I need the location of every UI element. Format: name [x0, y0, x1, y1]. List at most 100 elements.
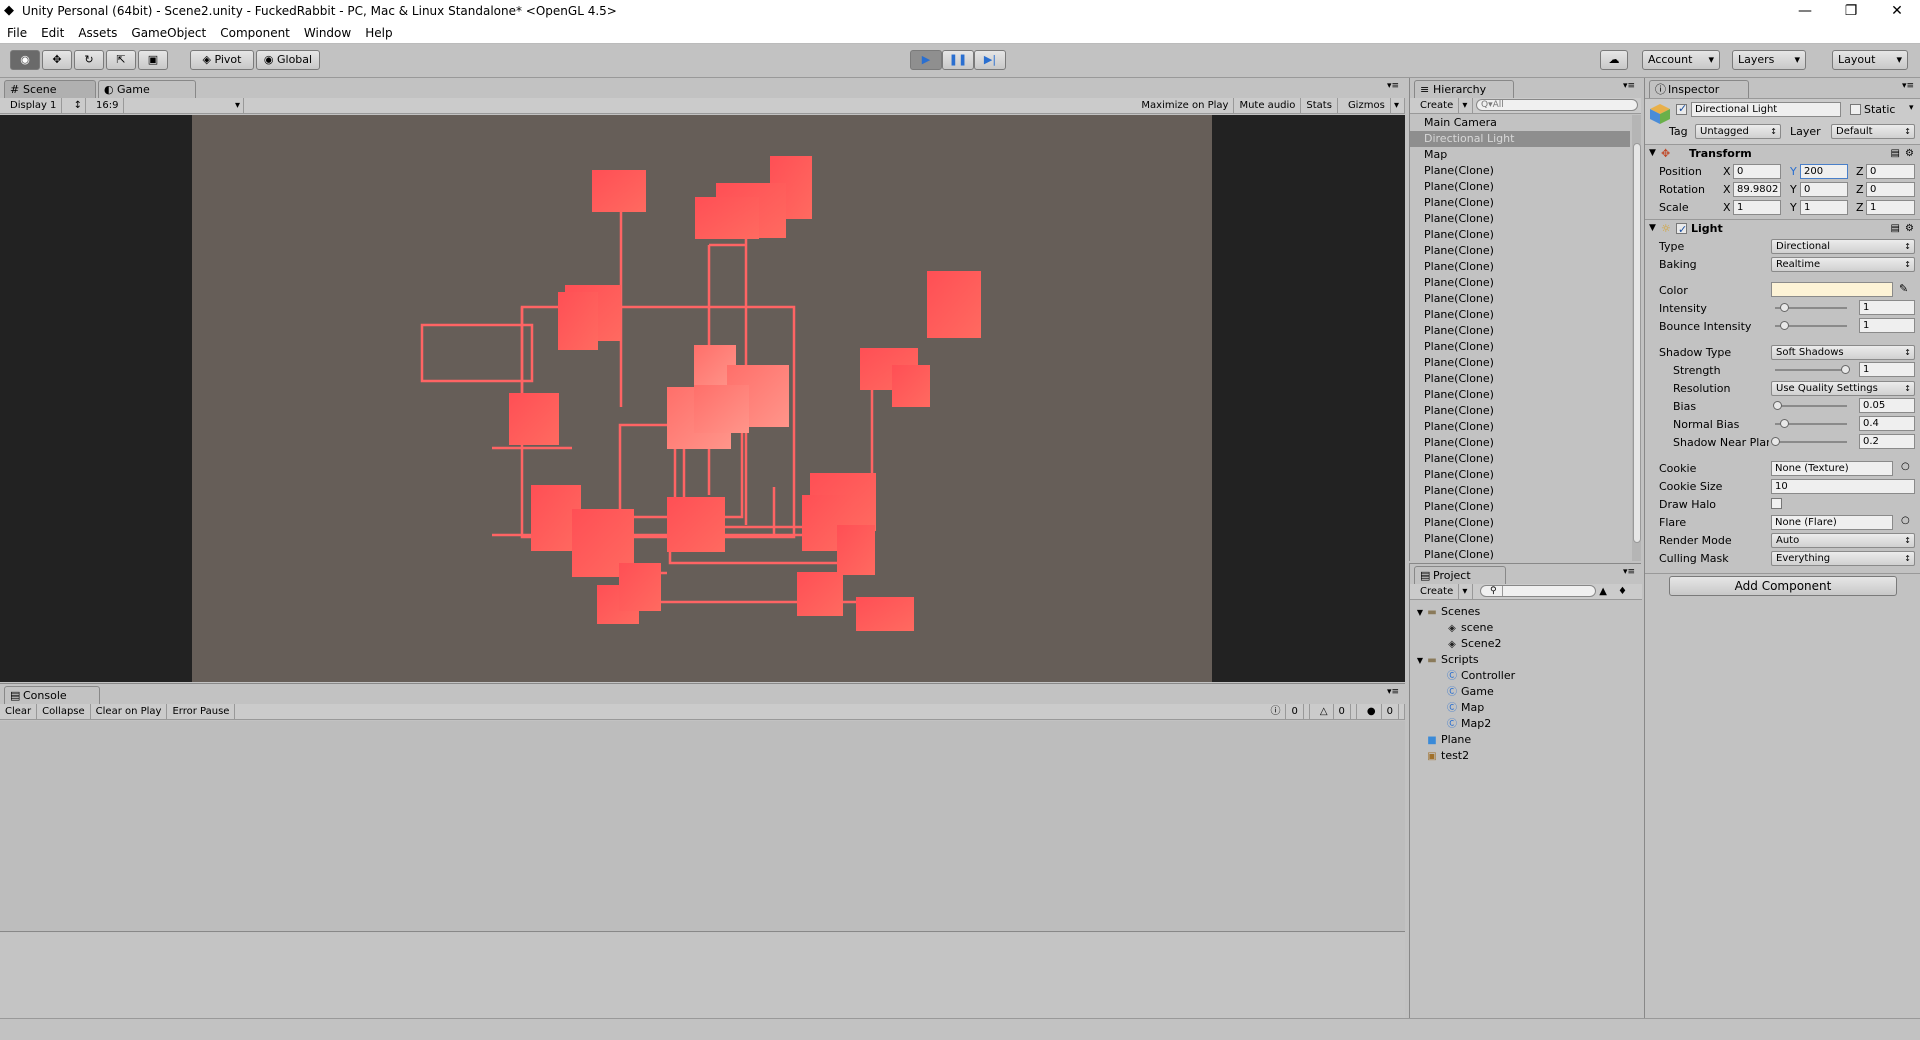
hierarchy-create-dropdown[interactable]: Create ▾ [1410, 98, 1474, 113]
close-button[interactable]: ✕ [1874, 0, 1920, 22]
display-dropdown[interactable]: Display 1 ↕ [0, 98, 86, 113]
rect-tool-button[interactable]: ▣ [138, 50, 168, 70]
warning-filter-toggle[interactable]: △ 0 [1310, 704, 1357, 719]
hierarchy-item[interactable]: Plane(Clone) [1410, 467, 1630, 483]
hierarchy-item[interactable]: Plane(Clone) [1410, 291, 1630, 307]
project-item[interactable]: Ⓒ Game [1434, 684, 1494, 700]
foldout-arrow-icon[interactable]: ▼ [1649, 220, 1656, 237]
bias-slider[interactable] [1771, 399, 1851, 413]
project-item[interactable]: ▼ ▬ Scenes [1414, 604, 1480, 620]
hierarchy-scroll-thumb[interactable] [1633, 143, 1641, 543]
scale-z-field[interactable]: 1 [1866, 200, 1915, 215]
hierarchy-item[interactable]: Plane(Clone) [1410, 195, 1630, 211]
render-mode-dropdown[interactable]: Auto [1771, 533, 1915, 548]
hierarchy-item[interactable]: Plane(Clone) [1410, 419, 1630, 435]
tab-hierarchy[interactable]: ≡ Hierarchy [1414, 80, 1514, 98]
layer-dropdown[interactable]: Default [1831, 124, 1915, 139]
hierarchy-item[interactable]: Plane(Clone) [1410, 387, 1630, 403]
account-dropdown[interactable]: Account ▾ [1642, 50, 1720, 70]
eyedropper-icon[interactable]: ✎ [1899, 282, 1908, 295]
minimize-button[interactable]: — [1782, 0, 1828, 22]
aspect-dropdown[interactable]: 16:9 ▾ [86, 98, 244, 113]
tab-scene[interactable]: # Scene [4, 80, 96, 98]
hierarchy-item[interactable]: Plane(Clone) [1410, 531, 1630, 547]
scale-tool-button[interactable]: ⇱ [106, 50, 136, 70]
menu-help[interactable]: Help [358, 24, 399, 43]
clear-on-play-toggle[interactable]: Clear on Play [91, 704, 168, 719]
filter-type-icon[interactable]: ▲ [1594, 584, 1612, 599]
light-component-header[interactable]: ▼ ☼ ✓ Light ▤ ⚙ [1645, 219, 1920, 237]
project-create-dropdown[interactable]: Create ▾ [1410, 584, 1474, 599]
hierarchy-item[interactable]: Plane(Clone) [1410, 435, 1630, 451]
slider-thumb[interactable] [1772, 401, 1782, 410]
slider-thumb[interactable] [1779, 303, 1789, 312]
hierarchy-item[interactable]: Plane(Clone) [1410, 211, 1630, 227]
object-name-field[interactable]: Directional Light [1691, 102, 1841, 117]
menu-assets[interactable]: Assets [71, 24, 124, 43]
console-detail-area[interactable] [0, 933, 1405, 1019]
pause-button[interactable]: ❚❚ [942, 50, 974, 70]
flare-field[interactable]: None (Flare) [1771, 515, 1893, 530]
collapse-toggle[interactable]: Collapse [37, 704, 91, 719]
position-y-field[interactable]: 200 [1800, 164, 1848, 179]
strength-field[interactable]: 1 [1859, 362, 1915, 377]
info-filter-toggle[interactable]: ⓘ 0 [1260, 704, 1310, 719]
menu-gameobject[interactable]: GameObject [124, 24, 213, 43]
slider-thumb[interactable] [1841, 365, 1850, 374]
project-item[interactable]: Ⓒ Controller [1434, 668, 1515, 684]
foldout-arrow-icon[interactable]: ▼ [1414, 653, 1426, 669]
baking-dropdown[interactable]: Realtime [1771, 257, 1915, 272]
shadow-type-dropdown[interactable]: Soft Shadows [1771, 345, 1915, 360]
play-button[interactable]: ▶ [910, 50, 942, 70]
active-checkbox[interactable]: ✓ [1676, 102, 1687, 115]
position-x-field[interactable]: 0 [1733, 164, 1781, 179]
stats-toggle[interactable]: Stats [1301, 98, 1338, 113]
error-pause-toggle[interactable]: Error Pause [167, 704, 236, 719]
cloud-button[interactable]: ☁ [1600, 50, 1628, 70]
hierarchy-item[interactable]: Plane(Clone) [1410, 339, 1630, 355]
static-checkbox[interactable] [1850, 104, 1861, 115]
layers-dropdown[interactable]: Layers ▾ [1732, 50, 1806, 70]
light-enabled-checkbox[interactable]: ✓ [1676, 223, 1687, 236]
clear-button[interactable]: Clear [0, 704, 38, 719]
hierarchy-item[interactable]: Plane(Clone) [1410, 499, 1630, 515]
hierarchy-item[interactable]: Directional Light [1410, 131, 1630, 147]
draw-halo-checkbox[interactable] [1771, 498, 1782, 509]
hierarchy-item[interactable]: Plane(Clone) [1410, 243, 1630, 259]
hand-tool-button[interactable]: ◉ [10, 50, 40, 70]
slider-track[interactable] [1775, 405, 1847, 407]
bounce-intensity-slider[interactable] [1771, 319, 1851, 333]
slider-thumb[interactable] [1780, 419, 1790, 428]
bounce-intensity-field[interactable]: 1 [1859, 318, 1915, 333]
menu-component[interactable]: Component [213, 24, 297, 43]
panel-menu-icon[interactable]: ▾≡ [1623, 567, 1635, 577]
menu-file[interactable]: File [0, 24, 34, 43]
tab-game[interactable]: ◐ Game [98, 80, 196, 98]
project-search-input[interactable]: ⚲ [1480, 585, 1596, 597]
hierarchy-search-input[interactable]: Q▾All [1476, 99, 1638, 111]
hierarchy-item[interactable]: Plane(Clone) [1410, 483, 1630, 499]
panel-menu-icon[interactable]: ▾≡ [1623, 81, 1635, 91]
resolution-dropdown[interactable]: Use Quality Settings [1771, 381, 1915, 396]
hierarchy-item[interactable]: Map [1410, 147, 1630, 163]
transform-component-header[interactable]: ▼ ✥ Transform ▤ ⚙ [1645, 144, 1920, 162]
slider-track[interactable] [1775, 441, 1847, 443]
culling-mask-dropdown[interactable]: Everything [1771, 551, 1915, 566]
hierarchy-item[interactable]: Plane(Clone) [1410, 371, 1630, 387]
project-item[interactable]: ■ Plane [1414, 732, 1471, 748]
static-dropdown-arrow-icon[interactable]: ▾ [1909, 103, 1914, 113]
project-item[interactable]: Ⓒ Map [1434, 700, 1484, 716]
add-component-button[interactable]: Add Component [1669, 576, 1897, 596]
error-filter-toggle[interactable]: ● 0 [1357, 704, 1405, 719]
rotate-tool-button[interactable]: ↻ [74, 50, 104, 70]
move-tool-button[interactable]: ✥ [42, 50, 72, 70]
project-item[interactable]: Ⓒ Map2 [1434, 716, 1491, 732]
mute-audio-toggle[interactable]: Mute audio [1234, 98, 1302, 113]
hierarchy-item[interactable]: Plane(Clone) [1410, 403, 1630, 419]
foldout-arrow-icon[interactable]: ▼ [1649, 145, 1656, 162]
object-picker-icon[interactable]: ○ [1901, 461, 1910, 472]
hierarchy-item[interactable]: Main Camera [1410, 115, 1630, 131]
maximize-button[interactable]: ❐ [1828, 0, 1874, 22]
object-picker-icon[interactable]: ○ [1901, 515, 1910, 526]
hierarchy-item[interactable]: Plane(Clone) [1410, 275, 1630, 291]
